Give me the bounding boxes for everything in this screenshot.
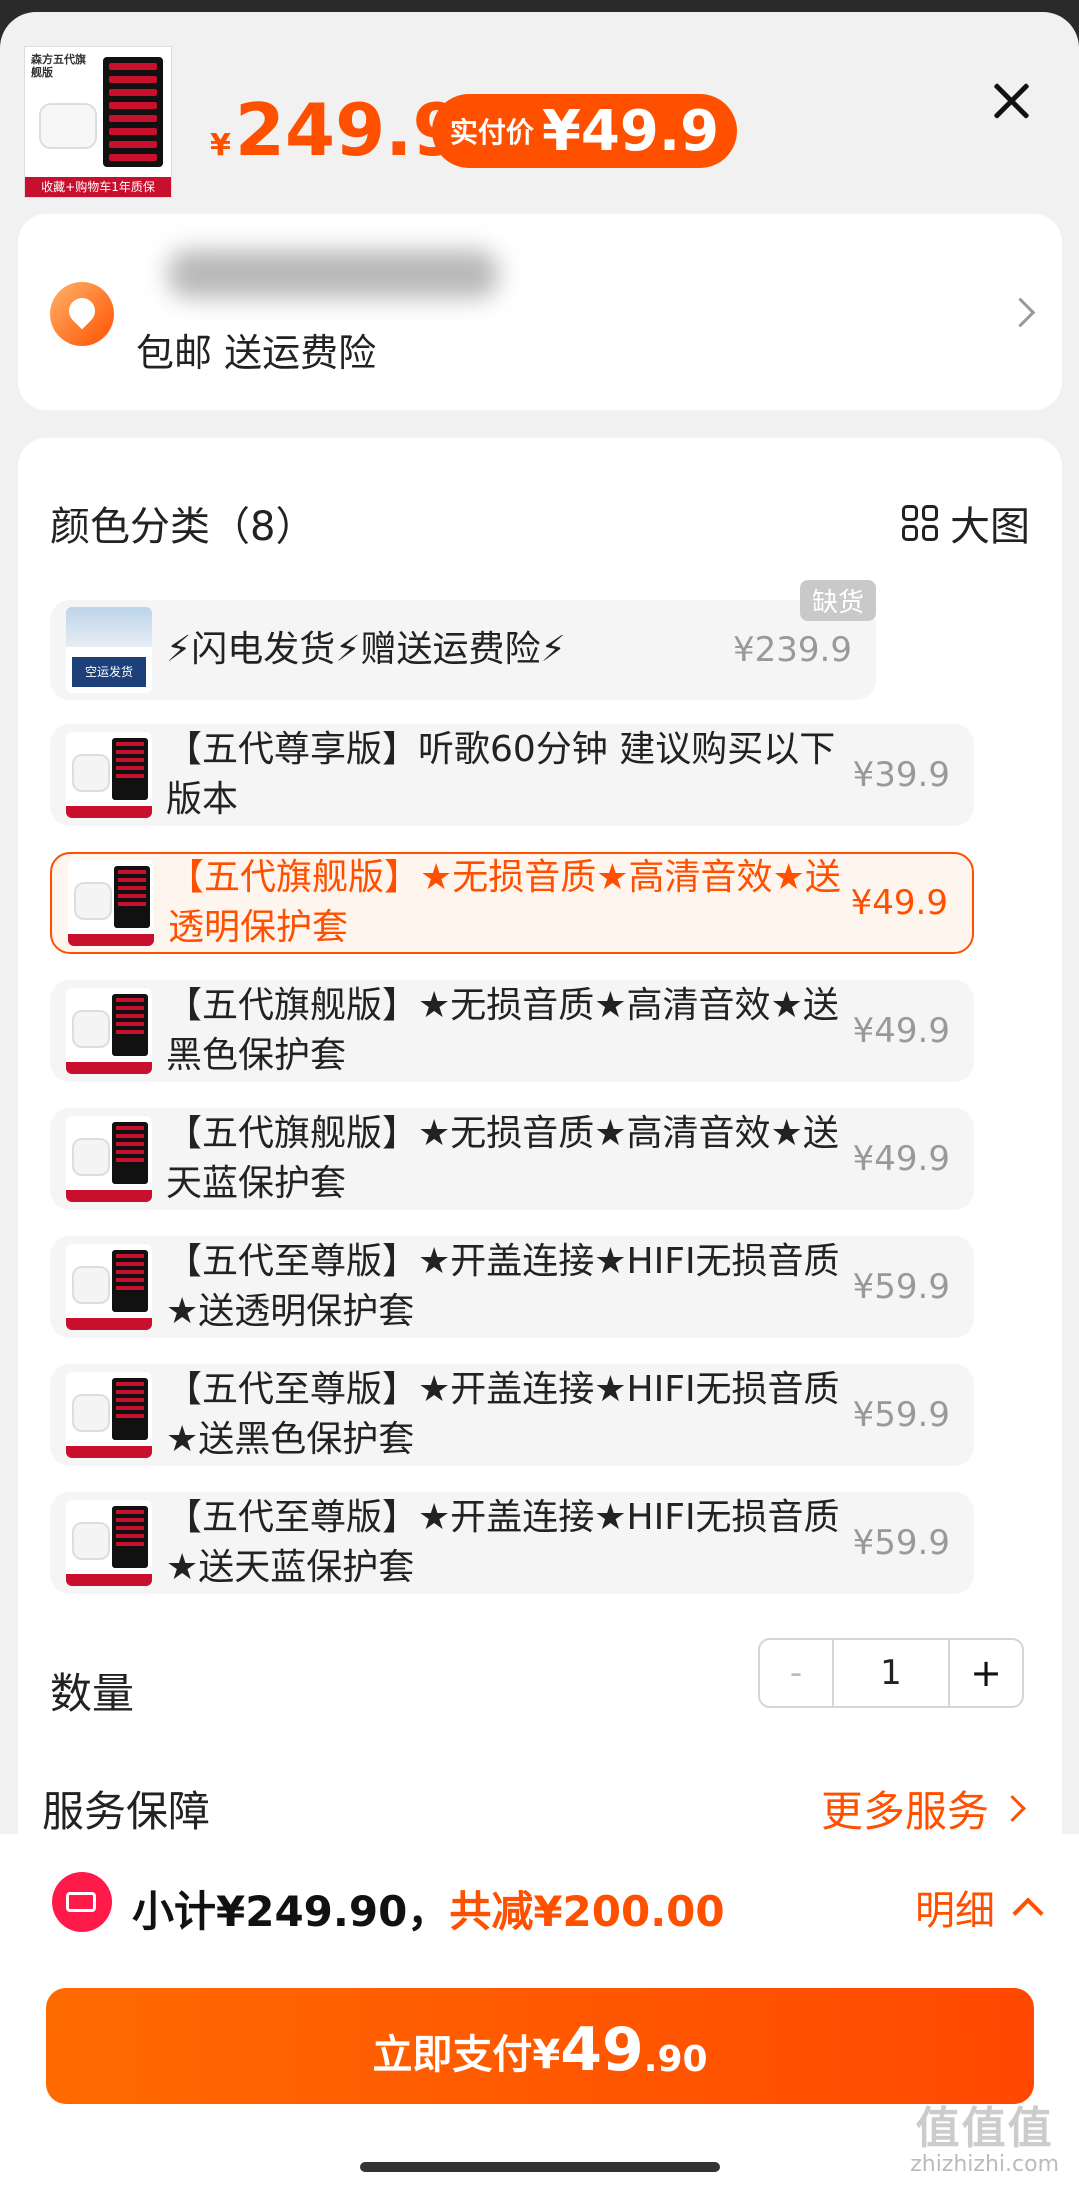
home-indicator bbox=[360, 2162, 720, 2172]
chevron-right-icon bbox=[999, 1795, 1026, 1822]
address-card[interactable]: 包邮 送运费险 bbox=[18, 214, 1062, 410]
sku-option-5[interactable]: 【五代至尊版】★开盖连接★HIFI无损音质★送透明保护套 ¥59.9 bbox=[50, 1236, 974, 1338]
sku-option-4[interactable]: 【五代旗舰版】★无损音质★高清音效★送天蓝保护套 ¥49.9 bbox=[50, 1108, 974, 1210]
option-image: 空运发货 bbox=[66, 607, 152, 693]
quantity-label: 数量 bbox=[50, 1669, 135, 1718]
watermark: 值值值 zhizhizhi.com bbox=[910, 2103, 1059, 2178]
option-label: 【五代至尊版】★开盖连接★HIFI无损音质★送黑色保护套 bbox=[166, 1369, 840, 1460]
option-price: ¥59.9 bbox=[852, 1267, 950, 1307]
pay-value: ¥49.9 bbox=[541, 98, 720, 164]
earbuds-image bbox=[39, 103, 97, 149]
service-label: 服务保障 bbox=[42, 1787, 211, 1836]
discount-amount: 共减¥200.00 bbox=[449, 1887, 725, 1936]
option-label: 【五代尊享版】听歌60分钟 建议购买以下版本 bbox=[166, 729, 836, 820]
option-image bbox=[66, 732, 152, 818]
thumbnail-title: 森方五代旗舰版 bbox=[31, 53, 86, 79]
chevron-right-icon bbox=[1005, 297, 1036, 328]
more-services-link[interactable]: 更多服务 bbox=[820, 1778, 1026, 1839]
sheet-header: 森方五代旗舰版 收藏+购物车1年质保 ¥249.9 实付价 ¥49.9 bbox=[0, 12, 1079, 212]
thumbnail-band: 收藏+购物车1年质保 bbox=[25, 177, 171, 197]
option-image bbox=[66, 988, 152, 1074]
product-thumbnail[interactable]: 森方五代旗舰版 收藏+购物车1年质保 bbox=[24, 46, 172, 198]
option-label: 【五代旗舰版】★无损音质★高清音效★送透明保护套 bbox=[168, 857, 841, 948]
detail-toggle[interactable]: 明细 bbox=[915, 1878, 1044, 1936]
price-value: 249.9 bbox=[234, 88, 463, 172]
pay-now-decimal: .90 bbox=[643, 2039, 708, 2080]
more-services-label: 更多服务 bbox=[820, 1787, 989, 1836]
quantity-stepper: - 1 + bbox=[758, 1638, 1024, 1708]
coupon-icon bbox=[52, 1872, 112, 1932]
option-label: ⚡闪电发货⚡赠送运费险⚡ bbox=[166, 629, 566, 670]
sku-sheet: 森方五代旗舰版 收藏+购物车1年质保 ¥249.9 实付价 ¥49.9 包邮 送… bbox=[0, 12, 1079, 2186]
option-price: ¥59.9 bbox=[852, 1523, 950, 1563]
original-price: ¥249.9 bbox=[210, 88, 463, 172]
option-price: ¥49.9 bbox=[852, 1011, 950, 1051]
sku-option-0[interactable]: 空运发货 ⚡闪电发货⚡赠送运费险⚡ ¥239.9 缺货 bbox=[50, 580, 876, 700]
option-label: 【五代旗舰版】★无损音质★高清音效★送黑色保护套 bbox=[166, 985, 839, 1076]
sku-option-7[interactable]: 【五代至尊版】★开盖连接★HIFI无损音质★送天蓝保护套 ¥59.9 bbox=[50, 1492, 974, 1594]
option-label: 【五代旗舰版】★无损音质★高清音效★送天蓝保护套 bbox=[166, 1113, 839, 1204]
option-price: ¥39.9 bbox=[852, 755, 950, 795]
chevron-up-icon bbox=[1012, 1897, 1044, 1929]
option-label: 【五代至尊版】★开盖连接★HIFI无损音质★送天蓝保护套 bbox=[166, 1497, 840, 1588]
pay-now-button[interactable]: 立即支付¥ 49.90 bbox=[46, 1988, 1034, 2104]
shipping-info: 包邮 送运费险 bbox=[136, 331, 377, 375]
quantity-input[interactable]: 1 bbox=[834, 1640, 950, 1706]
option-price: ¥49.9 bbox=[852, 1139, 950, 1179]
subtotal-amount: 小计¥249.90， bbox=[132, 1887, 450, 1936]
address-blurred bbox=[168, 250, 498, 298]
option-image bbox=[66, 1116, 152, 1202]
option-image bbox=[68, 860, 154, 946]
checkout-footer: 小计¥249.90，共减¥200.00 明细 立即支付¥ 49.90 值值值 zhi… bbox=[0, 1834, 1079, 2186]
pay-label: 实付价 bbox=[449, 116, 534, 149]
location-icon bbox=[50, 282, 114, 346]
sku-title: 颜色分类（8） bbox=[50, 504, 316, 550]
out-of-stock-badge: 缺货 bbox=[799, 580, 876, 621]
option-image bbox=[66, 1244, 152, 1330]
subtotal-text: 小计¥249.90，共减¥200.00 bbox=[132, 1878, 725, 1939]
sku-option-3[interactable]: 【五代旗舰版】★无损音质★高清音效★送黑色保护套 ¥49.9 bbox=[50, 980, 974, 1082]
option-price: ¥239.9 bbox=[733, 630, 852, 670]
pay-now-integer: 49 bbox=[560, 2015, 644, 2085]
decrement-button[interactable]: - bbox=[760, 1640, 834, 1706]
grid-icon bbox=[902, 505, 938, 541]
big-image-button[interactable]: 大图 bbox=[902, 494, 1030, 552]
option-price: ¥59.9 bbox=[852, 1395, 950, 1435]
option-image bbox=[66, 1372, 152, 1458]
currency-symbol: ¥ bbox=[210, 128, 231, 163]
sku-option-2[interactable]: 【五代旗舰版】★无损音质★高清音效★送透明保护套 ¥49.9 bbox=[50, 852, 974, 954]
close-icon[interactable] bbox=[990, 80, 1032, 122]
sku-panel: 颜色分类（8） 大图 空运发货 ⚡闪电发货⚡赠送运费险⚡ ¥239.9 缺货 【… bbox=[18, 438, 1062, 1858]
feature-list-image bbox=[103, 57, 163, 167]
pay-now-label: 立即支付¥ bbox=[372, 2032, 561, 2078]
increment-button[interactable]: + bbox=[950, 1640, 1022, 1706]
option-image bbox=[66, 1500, 152, 1586]
option-price: ¥49.9 bbox=[850, 883, 948, 923]
option-label: 【五代至尊版】★开盖连接★HIFI无损音质★送透明保护套 bbox=[166, 1241, 840, 1332]
actual-pay-badge: 实付价 ¥49.9 bbox=[432, 94, 737, 168]
sku-option-1[interactable]: 【五代尊享版】听歌60分钟 建议购买以下版本 ¥39.9 bbox=[50, 724, 974, 826]
big-image-label: 大图 bbox=[950, 504, 1030, 550]
detail-label: 明细 bbox=[915, 1888, 995, 1934]
sku-option-6[interactable]: 【五代至尊版】★开盖连接★HIFI无损音质★送黑色保护套 ¥59.9 bbox=[50, 1364, 974, 1466]
